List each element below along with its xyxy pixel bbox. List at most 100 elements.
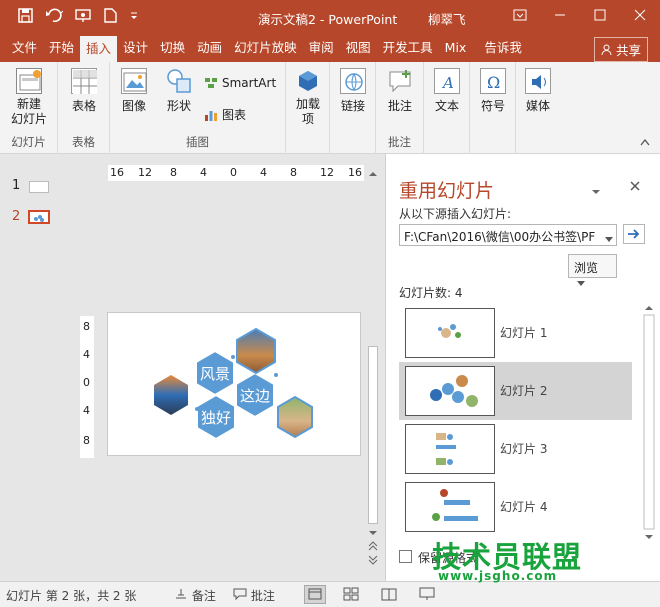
addins-icon	[295, 68, 321, 94]
decor-dot-3	[195, 407, 199, 411]
notes-button[interactable]: 备注	[174, 587, 216, 604]
reuse-slide-item-3[interactable]: 幻灯片 3	[399, 420, 632, 478]
group-slides: 新建 幻灯片 幻灯片	[0, 62, 58, 154]
tab-9[interactable]: 开发工具	[377, 34, 439, 62]
normal-view-icon[interactable]	[304, 585, 326, 604]
chart-button[interactable]: 图表	[204, 106, 246, 123]
editor-scrollbar[interactable]	[366, 168, 380, 566]
undo-icon[interactable]	[45, 8, 64, 26]
ruler-tick-v: 4	[83, 348, 90, 361]
smartart-button[interactable]: SmartArt	[204, 76, 276, 90]
group-comments-label: 批注	[388, 135, 411, 149]
slide-thumbnail-2[interactable]	[28, 210, 50, 224]
thumbnail-hex-graphic	[34, 215, 44, 222]
maximize-icon[interactable]	[580, 9, 620, 25]
ruler-tick-h: 16	[348, 166, 362, 179]
reuse-slide-item-4[interactable]: 幻灯片 4	[399, 478, 632, 536]
reading-view-icon[interactable]	[380, 586, 398, 605]
reuse-slide-label-4: 幻灯片 4	[500, 500, 548, 514]
save-icon[interactable]	[18, 8, 33, 26]
person-icon	[601, 44, 612, 56]
svg-text:Ω: Ω	[487, 73, 500, 92]
slide-thumbnail-pane: 1 2	[0, 154, 78, 581]
group-links: 链接	[330, 62, 376, 154]
group-addins: 加载 项	[286, 62, 330, 154]
smartart-label: SmartArt	[222, 76, 277, 90]
tab-10[interactable]: Mix	[439, 34, 473, 62]
scroll-down-icon[interactable]	[366, 528, 380, 538]
ruler-tick-v: 0	[83, 376, 90, 389]
ruler-tick-h: 16	[110, 166, 124, 179]
close-icon[interactable]	[620, 9, 660, 25]
photo-hexagon-city-top	[236, 327, 276, 375]
speaker-icon	[525, 68, 551, 94]
tab-3[interactable]: 设计	[117, 34, 154, 62]
browse-button[interactable]: 浏览	[568, 254, 617, 286]
present-icon[interactable]	[75, 8, 92, 26]
tab-4[interactable]: 切换	[154, 34, 191, 62]
prev-slide-icon[interactable]	[366, 540, 380, 552]
current-slide[interactable]: 风景 这边 独好	[107, 312, 361, 456]
pane-close-icon[interactable]	[629, 180, 641, 195]
table-button[interactable]: 表格	[66, 68, 102, 114]
pane-scrollbar[interactable]	[641, 304, 658, 544]
symbol-button[interactable]: Ω 符号	[476, 68, 510, 114]
source-path-input[interactable]: F:\CFan\2016\微信\00办公书签\PF	[399, 224, 617, 246]
sorter-view-icon[interactable]	[342, 586, 360, 605]
reuse-slide-label-1: 幻灯片 1	[500, 326, 548, 340]
minimize-icon[interactable]	[540, 9, 580, 25]
keep-format-checkbox[interactable]	[399, 550, 412, 563]
tab-5[interactable]: 动画	[191, 34, 228, 62]
group-slides-label: 幻灯片	[11, 135, 46, 149]
reuse-slide-item-2[interactable]: 幻灯片 2	[399, 362, 632, 420]
collapse-ribbon-icon[interactable]	[640, 135, 650, 149]
new-slide-button[interactable]: 新建 幻灯片	[6, 68, 52, 127]
media-button[interactable]: 媒体	[520, 68, 556, 114]
tab-0[interactable]: 文件	[6, 34, 43, 62]
pane-options-icon[interactable]	[591, 184, 601, 198]
image-button[interactable]: 图像	[116, 68, 152, 114]
comment-label: 批注	[387, 99, 412, 113]
ruler-tick-h: 12	[138, 166, 152, 179]
addins-button[interactable]: 加载 项	[292, 68, 324, 127]
comment-button[interactable]: 批注	[382, 68, 418, 114]
symbol-label: 符号	[480, 99, 505, 113]
browse-dropdown-icon	[577, 281, 585, 286]
slideshow-view-icon[interactable]	[418, 586, 436, 605]
new-icon[interactable]	[104, 8, 117, 26]
tab-6[interactable]: 幻灯片放映	[228, 34, 303, 62]
link-button[interactable]: 链接	[336, 68, 370, 114]
customize-icon[interactable]	[129, 11, 139, 24]
ruler-tick-h: 8	[170, 166, 177, 179]
tab-8[interactable]: 视图	[340, 34, 377, 62]
smartart-icon	[204, 76, 218, 90]
slide-thumbnail-1[interactable]	[29, 181, 49, 193]
group-symbols: Ω 符号	[470, 62, 516, 154]
scroll-thumb[interactable]	[368, 346, 378, 524]
hexagon-label-3: 独好	[201, 409, 231, 427]
tab-1[interactable]: 开始	[43, 34, 80, 62]
source-dropdown-icon[interactable]	[605, 232, 613, 246]
tab-2[interactable]: 插入	[80, 36, 118, 62]
group-table: 表格 表格	[58, 62, 110, 154]
image-label: 图像	[121, 99, 146, 113]
comments-button[interactable]: 批注	[233, 587, 275, 604]
go-arrow-button[interactable]	[623, 224, 645, 244]
scroll-up-icon[interactable]	[366, 169, 380, 179]
reuse-slide-item-1[interactable]: 幻灯片 1	[399, 304, 632, 362]
share-button[interactable]: 共享	[594, 37, 648, 62]
tab-7[interactable]: 审阅	[303, 34, 340, 62]
media-label: 媒体	[525, 99, 550, 113]
reuse-slide-thumbnail-2	[405, 366, 495, 416]
ruler-tick-h: 12	[320, 166, 334, 179]
tell-me-box[interactable]: 告诉我	[478, 34, 528, 62]
group-illustrations-label: 插图	[186, 135, 209, 149]
ribbon-options-icon[interactable]	[500, 9, 540, 25]
pane-title: 重用幻灯片	[399, 180, 495, 202]
text-button[interactable]: A 文本	[430, 68, 464, 114]
shapes-button[interactable]: 形状	[160, 68, 198, 114]
ribbon-tabs: 文件 开始 插入 设计 切换 动画 幻灯片放映 审阅 视图 开发工具 Mix 告诉我 共享	[0, 34, 660, 62]
next-slide-icon[interactable]	[366, 554, 380, 566]
slide-info: 幻灯片 第 2 张，共 2 张	[6, 589, 137, 603]
link-icon	[340, 68, 366, 94]
